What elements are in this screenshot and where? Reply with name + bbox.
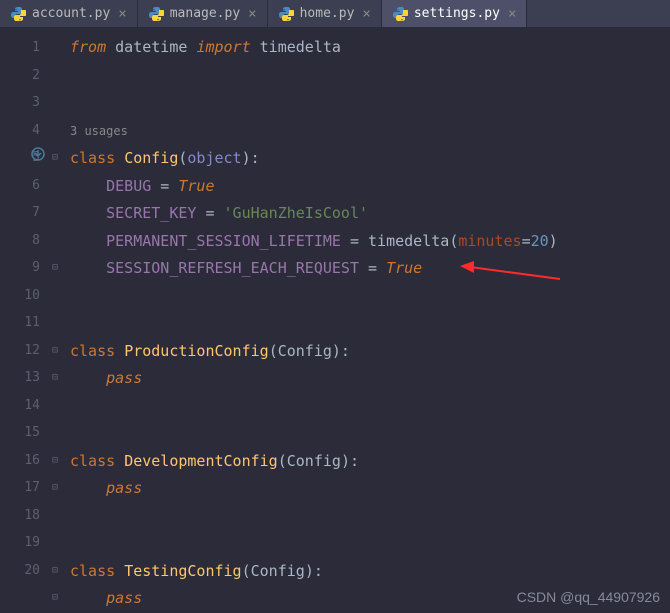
val-true: True [386,259,422,277]
fold-end-icon[interactable]: ⊟ [48,474,62,502]
editor-tabs: account.py × manage.py × home.py × setti… [0,0,670,28]
builtin-object: object [187,149,241,167]
base-config: Config [278,342,332,360]
usages-hint[interactable]: 3 usages [70,124,128,138]
class-testingconfig: TestingConfig [124,562,241,580]
tab-label: manage.py [170,6,240,21]
tab-label: account.py [32,6,110,21]
class-productionconfig: ProductionConfig [124,342,269,360]
close-icon[interactable]: × [508,6,516,22]
fold-end-icon[interactable]: ⊟ [48,364,62,392]
line-number: 15 [0,419,40,447]
line-number: 17 [0,474,40,502]
line-number: 19 [0,529,40,557]
class-config: Config [124,149,178,167]
python-file-icon [148,6,164,22]
fold-minus-icon[interactable]: ⊟ [48,557,62,585]
line-number: 20 [0,557,40,585]
val-true: True [178,177,214,195]
tab-manage[interactable]: manage.py × [138,0,268,27]
param-minutes: minutes [458,232,521,250]
close-icon[interactable]: × [362,6,370,22]
base-config: Config [251,562,305,580]
call-timedelta: timedelta [368,232,449,250]
close-icon[interactable]: × [118,6,126,22]
kw-class: class [70,342,115,360]
kw-class: class [70,149,115,167]
override-gutter-icon[interactable] [30,145,46,161]
line-number: 6 [0,172,40,200]
watermark: CSDN @qq_44907926 [517,589,660,605]
kw-pass: pass [106,479,142,497]
field-permanent-session-lifetime: PERMANENT_SESSION_LIFETIME [106,232,341,250]
line-number: 16 [0,447,40,475]
kw-pass: pass [106,589,142,607]
tab-label: home.py [300,6,355,21]
line-number: 8 [0,227,40,255]
line-number: 11 [0,309,40,337]
line-number: 12 [0,337,40,365]
line-number: 7 [0,199,40,227]
python-file-icon [278,6,294,22]
fold-minus-icon[interactable]: ⊟ [48,337,62,365]
kw-class: class [70,452,115,470]
field-debug: DEBUG [106,177,151,195]
line-number: 3 [0,89,40,117]
kw-class: class [70,562,115,580]
line-number: 9 [0,254,40,282]
tab-label: settings.py [414,6,500,21]
class-developmentconfig: DevelopmentConfig [124,452,278,470]
editor-body: 1 2 3 4 5 6 7 8 9 10 11 12 13 14 15 16 1… [0,28,670,613]
close-icon[interactable]: × [248,6,256,22]
num-20: 20 [531,232,549,250]
kw-pass: pass [106,369,142,387]
fold-gutter: ⊟ ⊟ ⊟ ⊟ ⊟ ⊟ ⊟ ⊟ [48,28,62,613]
line-number: 13 [0,364,40,392]
fold-end-icon[interactable]: ⊟ [48,254,62,282]
tab-account[interactable]: account.py × [0,0,138,27]
kw-import: import [196,38,250,56]
line-gutter: 1 2 3 4 5 6 7 8 9 10 11 12 13 14 15 16 1… [0,28,48,613]
code-area[interactable]: from datetime import timedelta 3 usages … [62,28,670,613]
fold-end-icon[interactable]: ⊟ [48,584,62,612]
kw-from: from [70,38,106,56]
str-secret: 'GuHanZheIsCool' [224,204,369,222]
line-number: 18 [0,502,40,530]
line-number: 1 [0,34,40,62]
python-file-icon [10,6,26,22]
tab-settings[interactable]: settings.py × [382,0,528,27]
field-secret-key: SECRET_KEY [106,204,196,222]
fold-minus-icon[interactable]: ⊟ [48,144,62,172]
tab-home[interactable]: home.py × [268,0,382,27]
line-number: 2 [0,62,40,90]
line-number: 14 [0,392,40,420]
mod-datetime: datetime [115,38,187,56]
line-number: 4 [0,117,40,145]
python-file-icon [392,6,408,22]
name-timedelta: timedelta [260,38,341,56]
fold-minus-icon[interactable]: ⊟ [48,447,62,475]
line-number: 10 [0,282,40,310]
field-session-refresh: SESSION_REFRESH_EACH_REQUEST [106,259,359,277]
base-config: Config [287,452,341,470]
